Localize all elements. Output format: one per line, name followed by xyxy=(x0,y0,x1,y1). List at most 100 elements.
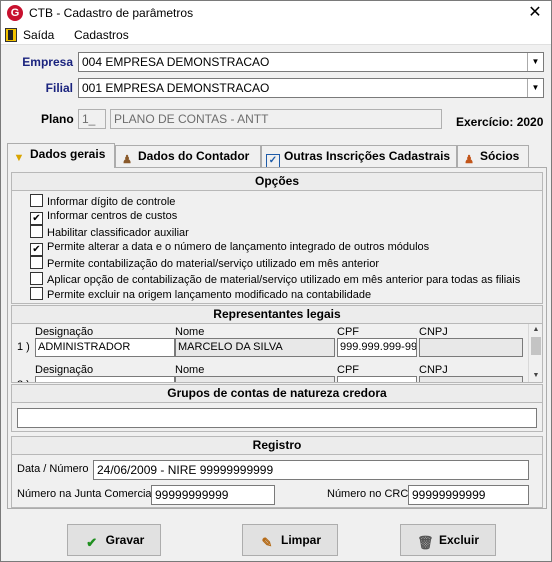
option-label: Habilitar classificador auxiliar xyxy=(47,227,189,239)
checkbox-unchecked[interactable] xyxy=(30,256,43,269)
company-select[interactable]: 004 EMPRESA DEMONSTRACAO ▼ xyxy=(78,52,544,72)
options-section: Opções Informar dígito de controle ✔ Infor… xyxy=(11,172,543,304)
option-row[interactable]: Aplicar opção de contabilização de mater… xyxy=(30,271,521,288)
representatives-title: Representantes legais xyxy=(12,306,542,324)
row-index: 1 ) xyxy=(17,341,30,353)
name-header: Nome xyxy=(175,364,205,376)
scroll-thumb[interactable] xyxy=(531,337,541,355)
checkbox-icon: ✓ xyxy=(266,154,280,168)
board-number-field[interactable]: 99999999999 xyxy=(151,485,275,505)
save-label: Gravar xyxy=(105,533,145,547)
option-label: Informar centros de custos xyxy=(47,209,178,222)
cpf-header: CPF xyxy=(337,364,359,376)
option-row[interactable]: Habilitar classificador auxiliar xyxy=(30,225,189,241)
scroll-down-icon[interactable]: ▼ xyxy=(529,370,543,382)
trash-icon: 🗑 xyxy=(416,535,434,550)
window-title: CTB - Cadastro de parâmetros xyxy=(29,6,194,20)
branch-select[interactable]: 001 EMPRESA DEMONSTRACAO ▼ xyxy=(78,78,544,98)
funnel-icon: ▼ xyxy=(13,152,25,164)
checkbox-unchecked[interactable] xyxy=(30,271,43,285)
designation-field[interactable] xyxy=(35,376,175,382)
checkbox-checked[interactable]: ✔ xyxy=(30,242,43,256)
general-data-panel: Opções Informar dígito de controle ✔ Infor… xyxy=(7,167,547,509)
representatives-scrollbar[interactable]: ▲ ▼ xyxy=(528,324,542,382)
option-row[interactable]: Informar dígito de controle xyxy=(30,194,175,210)
registry-section: Registro Data / Número 24/06/2009 - NIRE… xyxy=(11,436,543,508)
name-field[interactable] xyxy=(175,376,335,382)
scroll-up-icon[interactable]: ▲ xyxy=(529,324,543,336)
option-label: Permite alterar a data e o número de lan… xyxy=(47,240,430,253)
tab-general-data-label: Dados gerais xyxy=(30,147,106,161)
tab-accountant-data[interactable]: ♟ Dados do Contador xyxy=(115,145,261,167)
name-header: Nome xyxy=(175,326,205,338)
representatives-section: Representantes legais Designação Nome CP… xyxy=(11,305,543,383)
board-number-label: Número na Junta Comercial xyxy=(17,488,154,500)
people-icon: ♟ xyxy=(464,154,474,166)
registry-title: Registro xyxy=(12,437,542,455)
credit-groups-section: Grupos de contas de natureza credora xyxy=(11,384,543,432)
branch-value: 001 EMPRESA DEMONSTRACAO xyxy=(82,81,270,95)
close-icon[interactable]: ✕ xyxy=(525,3,545,23)
name-field[interactable]: MARCELO DA SILVA xyxy=(175,338,335,357)
representative-row: Designação Nome CPF CNPJ 1 ) ADMINISTRAD… xyxy=(15,324,525,364)
person-icon: ♟ xyxy=(122,154,132,166)
cpf-field[interactable] xyxy=(337,376,417,382)
delete-button[interactable]: 🗑 Excluir xyxy=(400,524,496,556)
designation-field[interactable]: ADMINISTRADOR xyxy=(35,338,175,357)
company-label: Empresa xyxy=(22,55,73,69)
options-title: Opções xyxy=(12,173,542,191)
option-row[interactable]: ✔ Permite alterar a data e o número de la… xyxy=(30,241,429,257)
row-index: 2 ) xyxy=(17,379,30,382)
delete-label: Excluir xyxy=(438,533,480,547)
plan-label: Plano xyxy=(41,112,74,126)
cnpj-header: CNPJ xyxy=(419,326,448,338)
exit-door-icon xyxy=(5,28,17,42)
cnpj-field[interactable] xyxy=(419,338,523,357)
representatives-list: Designação Nome CPF CNPJ 1 ) ADMINISTRAD… xyxy=(15,324,539,382)
tab-other-registrations-label: Outras Inscrições Cadastrais xyxy=(284,149,451,163)
cpf-field[interactable]: 999.999.999-99 xyxy=(337,338,417,357)
option-row[interactable]: Permite contabilização do material/servi… xyxy=(30,256,379,272)
company-value: 004 EMPRESA DEMONSTRACAO xyxy=(82,55,270,69)
credit-groups-field[interactable] xyxy=(17,408,537,428)
designation-header: Designação xyxy=(35,326,94,338)
credit-groups-title: Grupos de contas de natureza credora xyxy=(12,385,542,403)
tab-other-registrations[interactable]: ✓ Outras Inscrições Cadastrais xyxy=(261,145,457,168)
cpf-header: CPF xyxy=(337,326,359,338)
check-icon: ✔ xyxy=(86,535,98,550)
checkbox-unchecked[interactable] xyxy=(30,225,43,238)
representative-row: Designação Nome CPF CNPJ 2 ) xyxy=(15,362,525,382)
checkbox-unchecked[interactable] xyxy=(30,194,43,207)
tab-general-data[interactable]: ▼ Dados gerais xyxy=(7,143,115,168)
menu-bar: Saída Cadastros xyxy=(1,25,551,45)
option-label: Aplicar opção de contabilização de mater… xyxy=(47,273,521,286)
checkbox-checked[interactable]: ✔ xyxy=(30,211,43,225)
app-logo-icon: G xyxy=(7,5,23,21)
plan-name-field: PLANO DE CONTAS - ANTT xyxy=(110,109,442,129)
checkbox-unchecked[interactable] xyxy=(30,287,43,300)
exercise-year: Exercício: 2020 xyxy=(456,115,544,129)
chevron-down-icon[interactable]: ▼ xyxy=(527,79,543,97)
main-window: G CTB - Cadastro de parâmetros ✕ Saída C… xyxy=(0,0,552,562)
menu-exit[interactable]: Saída xyxy=(23,28,54,42)
title-bar: G CTB - Cadastro de parâmetros ✕ xyxy=(1,1,551,25)
tab-partners-label: Sócios xyxy=(480,149,520,163)
tab-partners[interactable]: ♟ Sócios xyxy=(457,145,529,167)
option-row[interactable]: Permite excluir na origem lançamento mod… xyxy=(30,287,371,303)
designation-header: Designação xyxy=(35,364,94,376)
chevron-down-icon[interactable]: ▼ xyxy=(527,53,543,71)
option-label: Permite excluir na origem lançamento mod… xyxy=(47,289,372,301)
branch-label: Filial xyxy=(45,81,73,95)
brush-icon: ✎ xyxy=(261,535,273,550)
date-number-label: Data / Número xyxy=(17,463,89,475)
option-label: Permite contabilização do material/servi… xyxy=(47,258,379,270)
option-row[interactable]: ✔ Informar centros de custos xyxy=(30,210,177,226)
date-number-field[interactable]: 24/06/2009 - NIRE 99999999999 xyxy=(93,460,529,480)
clear-button[interactable]: ✎ Limpar xyxy=(242,524,338,556)
crc-label: Número no CRC xyxy=(327,488,409,500)
menu-records[interactable]: Cadastros xyxy=(74,28,129,42)
plan-code-field: 1_ xyxy=(78,109,106,129)
save-button[interactable]: ✔ Gravar xyxy=(67,524,161,556)
crc-field[interactable]: 99999999999 xyxy=(408,485,529,505)
cnpj-field[interactable] xyxy=(419,376,523,382)
